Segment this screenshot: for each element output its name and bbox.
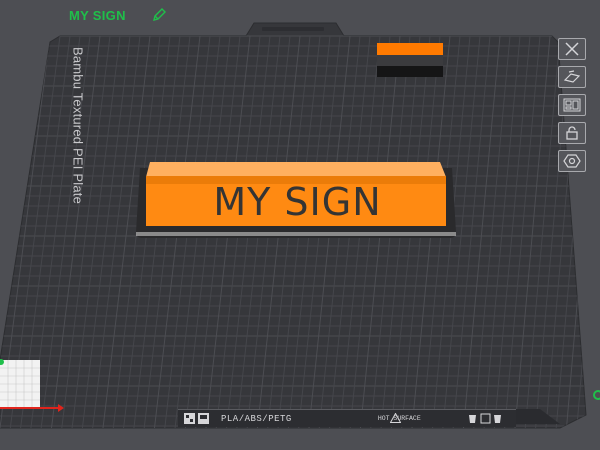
filament-swatch-black bbox=[377, 66, 443, 77]
material-label: PLA/ABS/PETG bbox=[221, 413, 292, 424]
filament-swatch-gray bbox=[377, 55, 443, 66]
lock-button[interactable] bbox=[558, 122, 586, 144]
plate-toolbar bbox=[558, 38, 590, 172]
auto-orient-icon bbox=[563, 70, 581, 83]
filament-swatch-orange bbox=[377, 43, 443, 55]
printer-icon bbox=[184, 413, 209, 424]
arrange-icon bbox=[563, 98, 581, 112]
bed-handle bbox=[262, 27, 324, 31]
settings-button[interactable] bbox=[558, 150, 586, 172]
build-plate[interactable] bbox=[0, 0, 600, 450]
sign-text: MY SIGN bbox=[213, 180, 382, 224]
sign-base-highlight bbox=[136, 232, 456, 236]
lock-icon bbox=[566, 126, 578, 140]
close-icon bbox=[565, 42, 579, 56]
arrange-button[interactable] bbox=[558, 94, 586, 116]
hot-surface-label: HOT SURFACE bbox=[377, 414, 421, 422]
right-edge-marker bbox=[593, 390, 600, 400]
plate-name: MY SIGN bbox=[69, 8, 126, 23]
warning-icon bbox=[390, 413, 401, 423]
sign-face-top bbox=[146, 162, 446, 177]
bed-label: Bambu Textured PEI Plate bbox=[70, 46, 86, 205]
plate-type-icons bbox=[469, 413, 501, 424]
auto-orient-button[interactable] bbox=[558, 66, 586, 88]
plate-info-strip: PLA/ABS/PETG HOT SURFACE bbox=[178, 409, 516, 427]
edit-icon[interactable] bbox=[152, 8, 166, 22]
settings-icon bbox=[563, 154, 581, 168]
close-button[interactable] bbox=[558, 38, 586, 60]
